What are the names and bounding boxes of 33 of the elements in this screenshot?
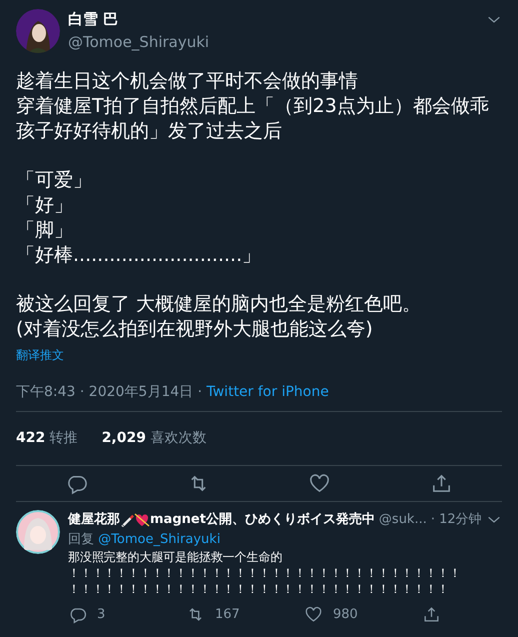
reply-text-line: 那没照完整的大腿可是能拯救一个生命的 (68, 549, 282, 565)
user-handle: @Tomoe_Shirayuki (68, 32, 210, 52)
stat-link[interactable]: 422 转推 (16, 428, 78, 449)
reply-time: · 12分钟 (430, 511, 483, 529)
tweet-text-line: 「好」 (16, 193, 73, 218)
user-handle: @suk... (378, 511, 427, 529)
tweet-text-line: 「可爱」 (16, 168, 92, 193)
source-link[interactable]: Twitter for iPhone (206, 384, 329, 400)
heart-button[interactable]: 980 (304, 605, 422, 624)
tweet-text-line: 被这么回复了 大概健屋的脑内也全是粉红色吧。 (16, 292, 422, 317)
heart-icon[interactable] (304, 605, 323, 624)
tweet-text-line: 「好棒............................」 (16, 243, 262, 268)
avatar (16, 8, 60, 52)
translate-link[interactable]: 翻译推文 (16, 346, 64, 364)
tweet-text-line: 穿着健屋T拍了自拍然后配上「（到23点为止）都会做乖孩子好好待机的」发了过去之后 (16, 94, 490, 144)
timestamp: 下午8:43 · 2020年5月14日 · (16, 384, 204, 400)
tweet-text-line: 趁着生日这个机会做了平时不会做的事情 (16, 69, 358, 94)
reply-label: 回复 (68, 532, 94, 546)
tweet-text-line: 「脚」 (16, 218, 73, 243)
share-button[interactable] (422, 605, 441, 624)
reply-button[interactable]: 3 (68, 605, 186, 624)
reply-text-line: ！！！！！！！！！！！！！！！！！！！！！！！！！！！！！！！！ (68, 581, 449, 597)
heart-arrow-icon (134, 512, 150, 528)
mention-link[interactable]: @Tomoe_Shirayuki (98, 532, 220, 546)
avatar (16, 510, 60, 554)
heart-icon[interactable] (308, 472, 332, 495)
retweet-button[interactable]: 167 (186, 605, 304, 624)
reply-text-line: ！！！！！！！！！！！！！！！！！！！！！！！！！！！！！！！！！ (68, 565, 461, 581)
syringe-icon (120, 512, 134, 527)
display-name: 健屋花那 magnet公開、ひめくりボイス発売中 (68, 510, 375, 530)
display-name: 白雪 巴 (68, 9, 120, 30)
tweet-text-line: (对着没怎么拍到在视野外大腿也能这么夸) (16, 317, 373, 342)
stat-link[interactable]: 2,029 喜欢次数 (102, 428, 206, 449)
